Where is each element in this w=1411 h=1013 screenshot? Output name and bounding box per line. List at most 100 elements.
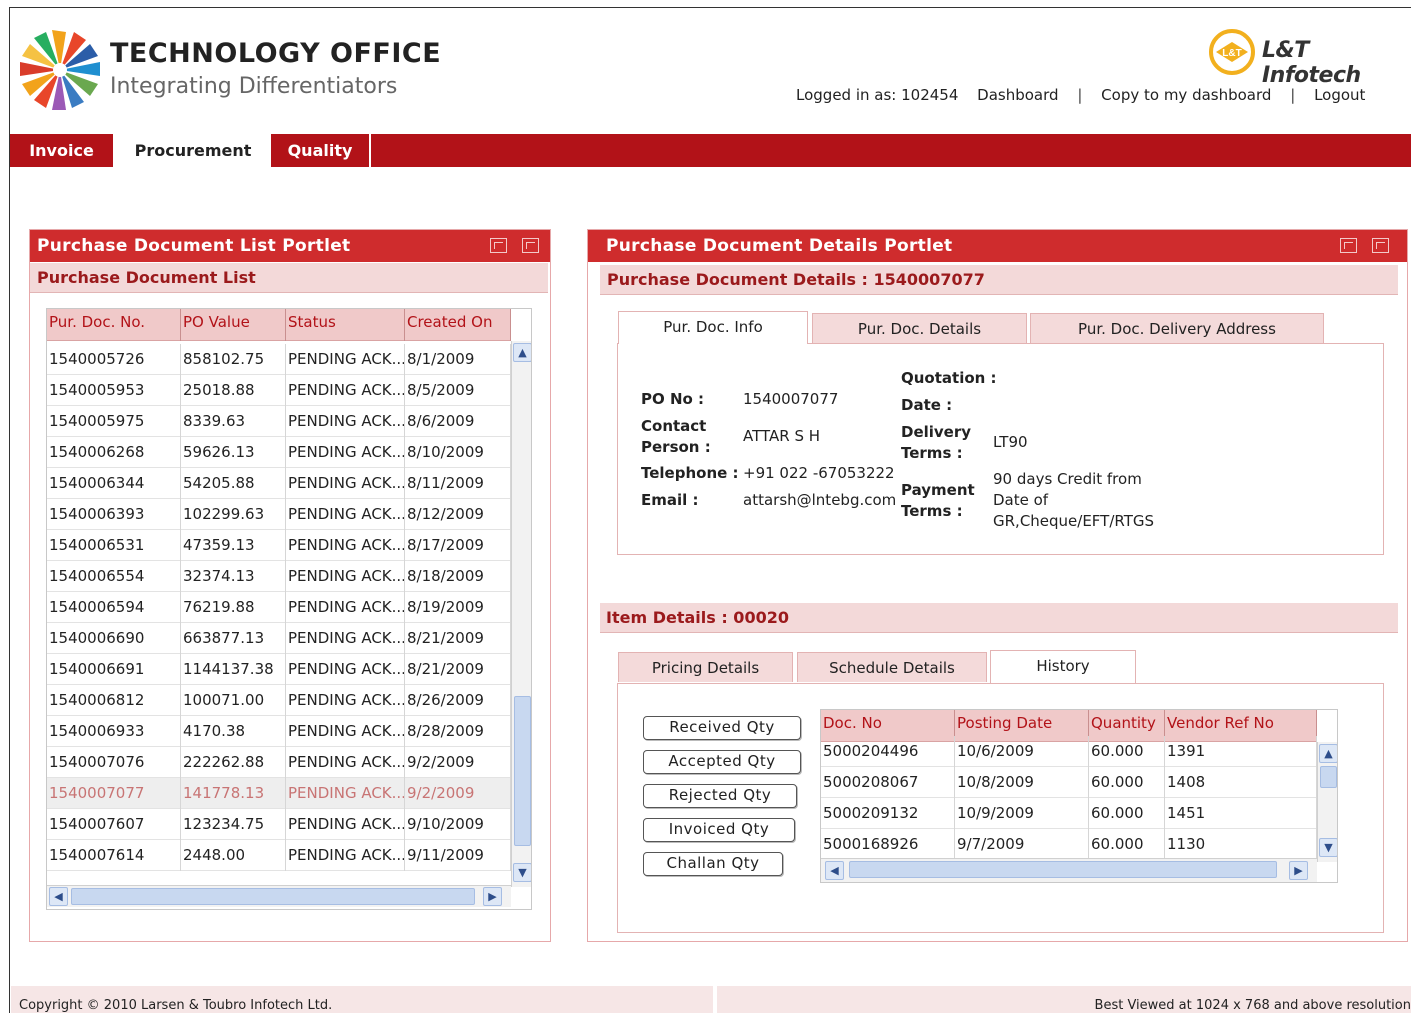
po-no-label: PO No : — [641, 390, 705, 408]
table-row[interactable]: 1540006344 54205.88 PENDING ACK... 8/11/200… — [47, 468, 511, 499]
scroll-thumb[interactable] — [514, 696, 531, 846]
table-row[interactable]: 1540006531 47359.13 PENDING ACK... 8/17/200… — [47, 530, 511, 561]
scroll-right-icon[interactable]: ▶ — [1289, 861, 1308, 880]
table-cell: PENDING ACK... — [286, 840, 405, 871]
nav-tab-invoice[interactable]: Invoice — [10, 134, 113, 167]
table-cell: 60.000 — [1089, 736, 1165, 767]
main-nav: Invoice Procurement Quality — [10, 134, 1411, 167]
table-row[interactable]: 1540006554 32374.13 PENDING ACK... 8/18/200… — [47, 561, 511, 592]
table-cell: 1540007077 — [47, 778, 181, 809]
challan-qty-button[interactable]: Challan Qty — [643, 852, 783, 876]
table-cell: 2448.00 — [181, 840, 286, 871]
table-cell: 8/12/2009 — [405, 499, 511, 530]
vertical-scrollbar[interactable]: ▲ ▼ — [1317, 742, 1337, 862]
table-cell: 8/11/2009 — [405, 468, 511, 499]
tab-delivery-address[interactable]: Pur. Doc. Delivery Address — [1030, 313, 1324, 343]
copy-dashboard-link[interactable]: Copy to my dashboard — [1101, 86, 1271, 104]
table-cell: PENDING ACK... — [286, 437, 405, 468]
table-row[interactable]: 1540007614 2448.00 PENDING ACK... 9/11/2009 — [47, 840, 511, 871]
table-row[interactable]: 1540006812 100071.00 PENDING ACK... 8/26/20… — [47, 685, 511, 716]
tab-pur-doc-info[interactable]: Pur. Doc. Info — [618, 311, 808, 344]
table-cell: 1540006691 — [47, 654, 181, 685]
payment-terms-label: Terms : — [901, 502, 963, 520]
vertical-scrollbar[interactable]: ▲ ▼ — [511, 341, 531, 887]
table-cell: PENDING ACK... — [286, 468, 405, 499]
link-separator: | — [1290, 86, 1296, 104]
scroll-down-icon[interactable]: ▼ — [513, 863, 531, 882]
scroll-left-icon[interactable]: ◀ — [825, 861, 844, 880]
tab-schedule-details[interactable]: Schedule Details — [797, 652, 987, 682]
table-row[interactable]: 1540006268 59626.13 PENDING ACK... 8/10/200… — [47, 437, 511, 468]
contact-label: Contact — [641, 417, 707, 435]
table-cell: 5000208067 — [821, 767, 955, 798]
scroll-right-icon[interactable]: ▶ — [483, 887, 502, 906]
column-header[interactable]: PO Value — [181, 309, 286, 341]
portlet-title-text: Purchase Document Details Portlet — [606, 236, 953, 256]
nav-tab-quality[interactable]: Quality — [271, 134, 369, 167]
svg-text:L&T: L&T — [1222, 48, 1241, 59]
table-cell: 54205.88 — [181, 468, 286, 499]
table-cell: 1540006268 — [47, 437, 181, 468]
minimize-icon[interactable] — [1340, 238, 1357, 253]
scroll-thumb[interactable] — [1320, 766, 1337, 788]
table-row[interactable]: 1540006393 102299.63 PENDING ACK... 8/12/20… — [47, 499, 511, 530]
table-cell: PENDING ACK... — [286, 747, 405, 778]
scroll-down-icon[interactable]: ▼ — [1319, 838, 1337, 857]
tab-pricing-details[interactable]: Pricing Details — [618, 652, 793, 682]
accepted-qty-button[interactable]: Accepted Qty — [643, 750, 801, 774]
table-row[interactable]: 1540006691 1144137.38 PENDING ACK... 8/21/2… — [47, 654, 511, 685]
tab-history[interactable]: History — [990, 650, 1136, 683]
logout-link[interactable]: Logout — [1314, 86, 1365, 104]
scroll-thumb[interactable] — [71, 888, 475, 905]
column-header[interactable]: Status — [286, 309, 405, 341]
scroll-thumb[interactable] — [849, 861, 1277, 878]
table-row[interactable]: 5000204496 10/6/2009 60.000 1391 — [821, 736, 1317, 767]
invoiced-qty-button[interactable]: Invoiced Qty — [643, 818, 795, 842]
scroll-up-icon[interactable]: ▲ — [513, 343, 531, 362]
table-row[interactable]: 1540007076 222262.88 PENDING ACK... 9/2/200… — [47, 747, 511, 778]
table-cell: 8/5/2009 — [405, 375, 511, 406]
table-cell: 1540006531 — [47, 530, 181, 561]
table-row[interactable]: 1540006933 4170.38 PENDING ACK... 8/28/2009 — [47, 716, 511, 747]
quotation-label: Quotation : — [901, 369, 997, 387]
email-label: Email : — [641, 491, 699, 509]
table-cell: 9/2/2009 — [405, 778, 511, 809]
logged-in-text: Logged in as: 102454 — [796, 86, 959, 104]
table-row[interactable]: 1540006690 663877.13 PENDING ACK... 8/21/20… — [47, 623, 511, 654]
table-row[interactable]: 1540005975 8339.63 PENDING ACK... 8/6/2009 — [47, 406, 511, 437]
horizontal-scrollbar[interactable]: ◀ ▶ — [821, 858, 1317, 882]
table-row[interactable]: 5000208067 10/8/2009 60.000 1408 — [821, 767, 1317, 798]
table-cell: PENDING ACK... — [286, 716, 405, 747]
table-cell: 4170.38 — [181, 716, 286, 747]
minimize-icon[interactable] — [490, 238, 507, 253]
nav-tab-procurement[interactable]: Procurement — [115, 134, 271, 167]
table-cell: 8/1/2009 — [405, 344, 511, 375]
table-row[interactable]: 5000168926 9/7/2009 60.000 1130 — [821, 829, 1317, 860]
table-cell: 47359.13 — [181, 530, 286, 561]
table-row[interactable]: 1540007077 141778.13 PENDING ACK... 9/2/200… — [47, 778, 511, 809]
table-row[interactable]: 5000209132 10/9/2009 60.000 1451 — [821, 798, 1317, 829]
scroll-left-icon[interactable]: ◀ — [49, 887, 68, 906]
column-header[interactable]: Pur. Doc. No. — [47, 309, 181, 341]
column-header[interactable]: Created On — [405, 309, 511, 341]
table-cell: 1540006344 — [47, 468, 181, 499]
horizontal-scrollbar[interactable]: ◀ ▶ — [47, 885, 511, 907]
table-row[interactable]: 1540005953 25018.88 PENDING ACK... 8/5/2009 — [47, 375, 511, 406]
maximize-icon[interactable] — [1372, 238, 1389, 253]
received-qty-button[interactable]: Received Qty — [643, 716, 801, 740]
table-row[interactable]: 1540006594 76219.88 PENDING ACK... 8/19/200… — [47, 592, 511, 623]
table-row[interactable]: 1540007607 123234.75 PENDING ACK... 9/10/20… — [47, 809, 511, 840]
tab-pur-doc-details[interactable]: Pur. Doc. Details — [812, 313, 1027, 343]
po-no-value: 1540007077 — [743, 390, 839, 408]
table-row[interactable]: 1540005726 858102.75 PENDING ACK... 8/1/200… — [47, 344, 511, 375]
table-cell: 8/17/2009 — [405, 530, 511, 561]
table-cell: 1540006812 — [47, 685, 181, 716]
table-cell: PENDING ACK... — [286, 561, 405, 592]
table-cell: 59626.13 — [181, 437, 286, 468]
table-cell: 8/6/2009 — [405, 406, 511, 437]
maximize-icon[interactable] — [522, 238, 539, 253]
scroll-up-icon[interactable]: ▲ — [1319, 744, 1337, 763]
table-header: Pur. Doc. No. PO Value Status Created On — [47, 309, 511, 341]
dashboard-link[interactable]: Dashboard — [977, 86, 1058, 104]
rejected-qty-button[interactable]: Rejected Qty — [643, 784, 797, 808]
